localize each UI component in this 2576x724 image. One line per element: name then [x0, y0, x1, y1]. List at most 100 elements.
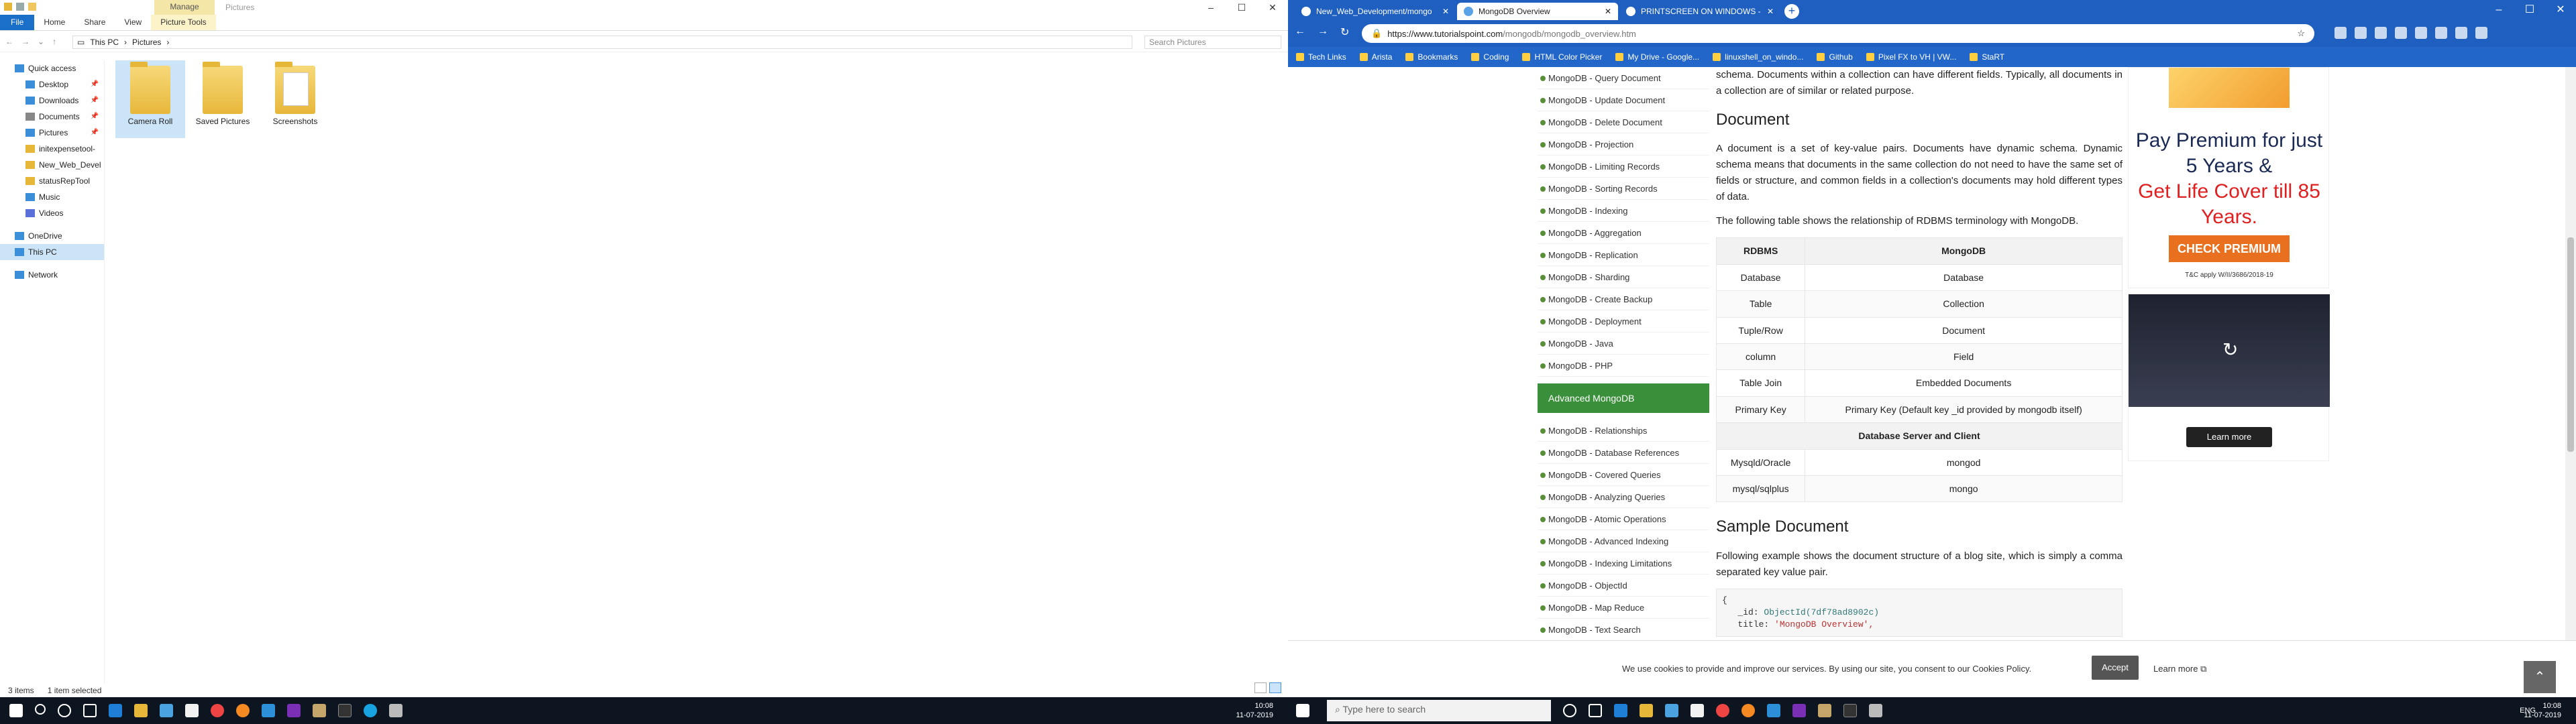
store-icon[interactable] — [1665, 704, 1678, 717]
bookmark-item[interactable]: Github — [1817, 52, 1853, 62]
edge-icon[interactable] — [1614, 704, 1627, 717]
accept-cookies-button[interactable]: Accept — [2092, 656, 2139, 680]
scrollbar-thumb[interactable] — [2567, 237, 2574, 452]
search-icon[interactable] — [35, 704, 46, 715]
back-icon[interactable]: ← — [1295, 25, 1305, 39]
sidebar-link[interactable]: MongoDB - Atomic Operations — [1538, 508, 1709, 530]
extension-icon[interactable] — [2435, 27, 2447, 39]
skype-icon[interactable] — [364, 704, 377, 717]
browser-tab[interactable]: PRINTSCREEN ON WINDOWS - ✕ — [1619, 3, 1780, 20]
bookmark-item[interactable]: Arista — [1359, 52, 1392, 62]
sidebar-link[interactable]: MongoDB - Query Document — [1538, 67, 1709, 89]
nav-item[interactable]: Network — [0, 267, 104, 283]
extension-icon[interactable] — [2395, 27, 2407, 39]
close-tab-icon[interactable]: ✕ — [1442, 3, 1449, 20]
forward-icon[interactable]: → — [21, 37, 30, 46]
new-folder-icon[interactable] — [28, 3, 36, 11]
address-field[interactable]: ▭ This PC › Pictures › — [72, 36, 1132, 49]
sidebar-link[interactable]: MongoDB - Deployment — [1538, 310, 1709, 333]
sidebar-link[interactable]: MongoDB - Covered Queries — [1538, 464, 1709, 486]
browser-tab[interactable]: New_Web_Development/mongo ✕ — [1295, 3, 1456, 20]
sidebar-link[interactable]: MongoDB - Analyzing Queries — [1538, 486, 1709, 508]
cookie-learn-more-link[interactable]: Learn more ⧉ — [2153, 664, 2206, 674]
sidebar-link[interactable]: MongoDB - Update Document — [1538, 89, 1709, 111]
pin-icon[interactable]: 📌 — [91, 93, 99, 109]
bookmark-item[interactable]: Coding — [1471, 52, 1509, 62]
mail-icon[interactable] — [1690, 704, 1704, 717]
bookmark-item[interactable]: Tech Links — [1296, 52, 1346, 62]
file-explorer-icon[interactable] — [1640, 704, 1653, 717]
breadcrumb-this-pc[interactable]: This PC — [90, 38, 119, 47]
pin-icon[interactable]: 📌 — [91, 125, 99, 141]
tab-share[interactable]: Share — [74, 15, 115, 30]
sidebar-link[interactable]: MongoDB - Relationships — [1538, 420, 1709, 442]
folder-tile[interactable]: Screenshots — [260, 60, 330, 138]
nav-item[interactable]: Desktop 📌 — [0, 76, 104, 93]
edge-icon[interactable] — [109, 704, 122, 717]
close-icon[interactable]: ✕ — [2545, 0, 2576, 20]
bookmark-star-icon[interactable]: ☆ — [2297, 28, 2305, 39]
sidebar-link[interactable]: MongoDB - Text Search — [1538, 619, 1709, 640]
recent-chevron-icon[interactable]: ⌄ — [38, 37, 44, 46]
manage-tab[interactable]: Manage — [154, 0, 215, 15]
product-ad[interactable]: Learn more — [2128, 294, 2330, 461]
bookmark-item[interactable]: My Drive - Google... — [1615, 52, 1699, 62]
pin-icon[interactable]: 📌 — [91, 109, 99, 125]
sidebar-link[interactable]: MongoDB - PHP — [1538, 355, 1709, 377]
maximize-icon[interactable]: ☐ — [2514, 0, 2545, 20]
sidebar-link[interactable]: MongoDB - Projection — [1538, 133, 1709, 156]
tab-file[interactable]: File — [0, 15, 35, 30]
vscode-icon[interactable] — [1767, 704, 1780, 717]
extension-icon[interactable] — [2334, 27, 2347, 39]
ad-learn-more-button[interactable]: Learn more — [2186, 427, 2272, 447]
url-bar[interactable]: 🔒 https://www.tutorialspoint.com/mongodb… — [1362, 24, 2314, 43]
bookmark-item[interactable]: StaRT — [1970, 52, 2004, 62]
snipping-tool-icon[interactable] — [1869, 704, 1882, 717]
cortana-icon[interactable] — [1563, 704, 1576, 717]
windows-start-icon[interactable] — [9, 704, 23, 717]
menu-icon[interactable] — [2475, 27, 2487, 39]
close-tab-icon[interactable]: ✕ — [1767, 3, 1774, 20]
nav-item[interactable]: statusRepTool — [0, 173, 104, 189]
extension-icon[interactable] — [2415, 27, 2427, 39]
browser-tab-active[interactable]: MongoDB Overview ✕ — [1457, 3, 1618, 20]
details-view-icon[interactable] — [1254, 682, 1267, 693]
nav-item[interactable]: initexpensetool- — [0, 141, 104, 157]
git-icon[interactable] — [313, 704, 326, 717]
nav-item[interactable]: Downloads 📌 — [0, 93, 104, 109]
sidebar-link[interactable]: MongoDB - Database References — [1538, 442, 1709, 464]
close-tab-icon[interactable]: ✕ — [1605, 3, 1611, 20]
windows-start-icon[interactable] — [1296, 704, 1309, 717]
snipping-tool-icon[interactable] — [389, 704, 402, 717]
nav-item[interactable]: Documents 📌 — [0, 109, 104, 125]
sidebar-link[interactable]: MongoDB - Indexing Limitations — [1538, 552, 1709, 575]
insurance-ad[interactable]: Pay Premium for just 5 Years & Get Life … — [2128, 67, 2329, 288]
close-icon[interactable]: ✕ — [1257, 0, 1288, 15]
clock[interactable]: 10:08 11-07-2019 — [2524, 701, 2561, 720]
terminal-icon[interactable] — [338, 704, 352, 717]
breadcrumb-pictures[interactable]: Pictures — [132, 38, 161, 47]
pin-icon[interactable]: 📌 — [91, 76, 99, 93]
tab-view[interactable]: View — [115, 15, 151, 30]
nav-item[interactable]: Pictures 📌 — [0, 125, 104, 141]
file-explorer-icon[interactable] — [134, 704, 148, 717]
extension-icon[interactable] — [2455, 27, 2467, 39]
minimize-icon[interactable]: – — [2483, 0, 2514, 20]
nav-item[interactable]: OneDrive — [0, 228, 104, 244]
large-icons-view-icon[interactable] — [1269, 682, 1281, 693]
tab-picture-tools[interactable]: Picture Tools — [151, 15, 216, 30]
mail-icon[interactable] — [185, 704, 199, 717]
bookmark-item[interactable]: Bookmarks — [1405, 52, 1458, 62]
up-icon[interactable]: ↑ — [52, 37, 56, 46]
bookmark-item[interactable]: linuxshell_on_windo... — [1713, 52, 1803, 62]
folder-icon[interactable] — [4, 3, 12, 11]
page-scrollbar[interactable] — [2565, 67, 2576, 640]
nav-item[interactable]: Quick access — [0, 60, 104, 76]
firefox-icon[interactable] — [1741, 704, 1755, 717]
sidebar-link[interactable]: MongoDB - Aggregation — [1538, 222, 1709, 244]
task-view-icon[interactable] — [83, 704, 97, 717]
onenote-icon[interactable] — [287, 704, 301, 717]
back-to-top-button[interactable]: ⌃ — [2524, 661, 2556, 693]
bookmark-item[interactable]: Pixel FX to VH | VW... — [1866, 52, 1956, 62]
sidebar-link[interactable]: MongoDB - Java — [1538, 333, 1709, 355]
